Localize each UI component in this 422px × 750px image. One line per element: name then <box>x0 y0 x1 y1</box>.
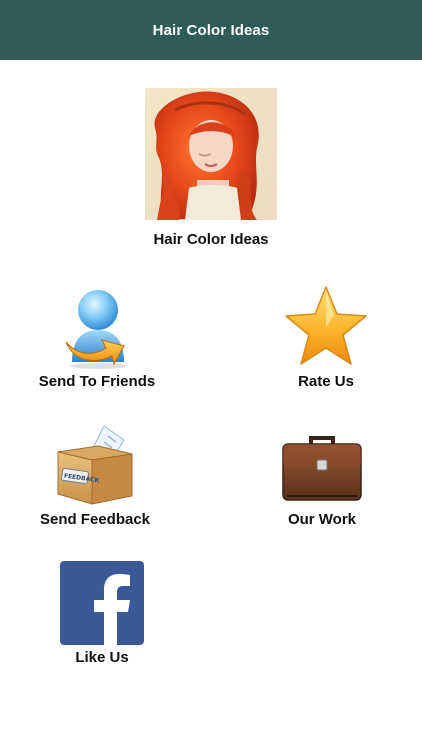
rate-us-button[interactable]: Rate Us <box>246 284 406 390</box>
our-work-label: Our Work <box>287 511 357 528</box>
send-feedback-label: Send Feedback <box>39 511 151 528</box>
person-share-icon <box>65 290 126 369</box>
like-us-button[interactable]: Like Us <box>22 560 182 666</box>
send-to-friends-button[interactable]: Send To Friends <box>17 284 177 390</box>
our-work-button[interactable]: Our Work <box>242 422 402 528</box>
nav-title: Hair Color Ideas <box>152 21 270 39</box>
red-hair-photo-icon <box>145 88 277 220</box>
hero-caption: Hair Color Ideas <box>153 231 269 248</box>
briefcase-icon <box>282 436 362 501</box>
send-to-friends-label: Send To Friends <box>38 373 156 390</box>
rate-us-label: Rate Us <box>298 373 354 390</box>
feedback-box-icon: FEEDBACK <box>57 425 133 505</box>
like-us-label: Like Us <box>75 649 129 666</box>
star-icon <box>285 286 367 365</box>
hero-image <box>145 88 277 220</box>
facebook-icon <box>60 561 144 646</box>
send-feedback-button[interactable]: FEEDBACK Send Feedback <box>15 422 175 528</box>
navigation-bar: Hair Color Ideas <box>0 0 422 60</box>
